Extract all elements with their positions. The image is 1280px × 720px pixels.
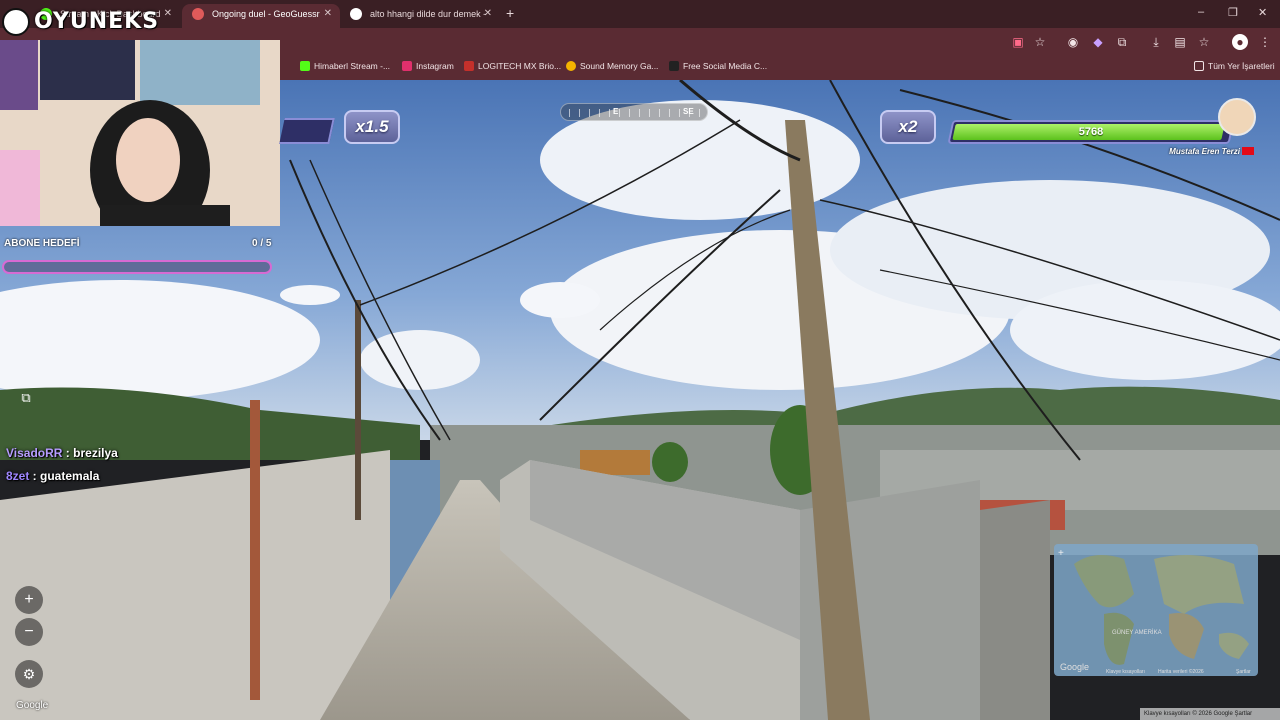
bookmark-free-social[interactable]: Free Social Media C... bbox=[669, 61, 767, 71]
map-google-logo: Google bbox=[1060, 662, 1089, 672]
zoom-in-button[interactable]: + bbox=[15, 586, 43, 614]
close-window-button[interactable]: ✕ bbox=[1258, 6, 1267, 19]
bookmark-star-icon[interactable]: ☆ bbox=[1196, 34, 1212, 50]
menu-icon[interactable]: ⋮ bbox=[1257, 34, 1273, 50]
geoguessr-favicon-icon bbox=[192, 8, 204, 20]
compass-tick bbox=[599, 109, 600, 117]
map-data: Harita verileri ©2026 bbox=[1158, 668, 1204, 675]
sub-goal-label: ABONE HEDEFİ bbox=[4, 238, 80, 249]
map-shortcuts: Klavye kısayolları bbox=[1106, 669, 1145, 675]
player-avatar bbox=[1218, 98, 1256, 136]
compass-tick bbox=[639, 109, 640, 117]
maximize-button[interactable]: ❐ bbox=[1228, 6, 1238, 19]
tab-search[interactable]: alto hhangi dilde dur demek - ✕ bbox=[340, 4, 500, 28]
chat-overlay-icon: ⧉ bbox=[21, 390, 31, 405]
streamer-webcam-image bbox=[0, 40, 280, 226]
map-expand-icon[interactable]: + bbox=[1058, 548, 1064, 559]
reading-list-icon[interactable]: ▤ bbox=[1172, 34, 1188, 50]
world-map-image: GÜNEY AMERİKA Google Klavye kısayolları … bbox=[1054, 544, 1258, 676]
extension-icon[interactable]: ◉ bbox=[1065, 34, 1081, 50]
bookmark-instagram[interactable]: Instagram bbox=[402, 61, 454, 71]
download-icon[interactable]: ⤓ bbox=[1148, 34, 1164, 50]
right-multiplier-badge: x2 bbox=[880, 110, 936, 144]
guess-minimap[interactable]: GÜNEY AMERİKA Google Klavye kısayolları … bbox=[1054, 544, 1258, 676]
google-footer: Klavye kısayolları © 2026 Google Şartlar bbox=[1140, 708, 1280, 720]
extension-purple-icon[interactable]: ◆ bbox=[1090, 34, 1106, 50]
close-icon[interactable]: ✕ bbox=[164, 4, 172, 24]
health-value: 5768 bbox=[1078, 126, 1104, 138]
compass-tick bbox=[609, 109, 610, 117]
google-logo: Google bbox=[16, 700, 49, 711]
compass-tick bbox=[579, 109, 580, 117]
close-icon[interactable]: ✕ bbox=[484, 4, 492, 24]
close-icon[interactable]: ✕ bbox=[324, 4, 332, 24]
cast-icon[interactable]: ▣ bbox=[1010, 34, 1026, 50]
compass-tick bbox=[649, 109, 650, 117]
bookmark-himaberl[interactable]: Himaberl Stream -... bbox=[300, 61, 390, 71]
player-health-bar: 5768 bbox=[947, 120, 1235, 144]
compass-tick bbox=[629, 109, 630, 117]
tab-bar: Stream - Kick Dashboard ✕ Ongoing duel -… bbox=[0, 0, 1280, 28]
star-icon[interactable]: ☆ bbox=[1032, 34, 1048, 50]
compass-east: E bbox=[613, 107, 619, 116]
opponent-health-bar bbox=[279, 118, 335, 144]
new-tab-button[interactable]: + bbox=[506, 5, 514, 21]
bookmark-sound-memory[interactable]: Sound Memory Ga... bbox=[566, 61, 658, 71]
turkey-flag-icon bbox=[1242, 147, 1254, 155]
continent-label: GÜNEY AMERİKA bbox=[1112, 629, 1162, 636]
all-bookmarks[interactable]: Tüm Yer İşaretleri bbox=[1194, 61, 1275, 71]
compass-tick bbox=[699, 109, 700, 117]
compass-tick bbox=[589, 109, 590, 117]
chat-message: 8zet : guatemala bbox=[6, 469, 100, 483]
map-terms: Şartlar bbox=[1236, 669, 1251, 675]
profile-icon[interactable]: ● bbox=[1232, 34, 1248, 50]
tab-title: alto hhangi dilde dur demek - bbox=[370, 9, 487, 19]
left-multiplier-badge: x1.5 bbox=[344, 110, 400, 144]
mask-logo-icon bbox=[2, 8, 30, 36]
channel-logo: OYUNEKS bbox=[0, 2, 158, 38]
puzzle-icon[interactable]: ⧉ bbox=[1114, 34, 1130, 50]
compass-tick bbox=[569, 109, 570, 117]
compass-tick bbox=[689, 109, 690, 117]
bookmark-logitech[interactable]: LOGITECH MX Brio... bbox=[464, 61, 561, 71]
player-name: Mustafa Eren Terzi bbox=[1169, 147, 1240, 156]
compass-tick bbox=[679, 109, 680, 117]
compass-tick bbox=[659, 109, 660, 117]
tab-title: Ongoing duel - GeoGuessr bbox=[212, 9, 320, 19]
compass-tick bbox=[669, 109, 670, 117]
gear-icon[interactable]: ⚙ bbox=[15, 660, 43, 688]
sub-goal-progress-bar bbox=[2, 260, 272, 274]
zoom-out-button[interactable]: − bbox=[15, 618, 43, 646]
compass: E SE bbox=[560, 103, 708, 121]
minimize-button[interactable]: – bbox=[1198, 6, 1204, 18]
chat-message: VisadoRR : brezilya bbox=[6, 446, 118, 460]
compass-tick bbox=[619, 109, 620, 117]
sub-goal-count: 0 / 5 bbox=[252, 238, 272, 249]
webcam-feed bbox=[0, 40, 280, 226]
tab-geoguessr[interactable]: Ongoing duel - GeoGuessr ✕ bbox=[182, 4, 340, 28]
google-favicon-icon bbox=[350, 8, 362, 20]
